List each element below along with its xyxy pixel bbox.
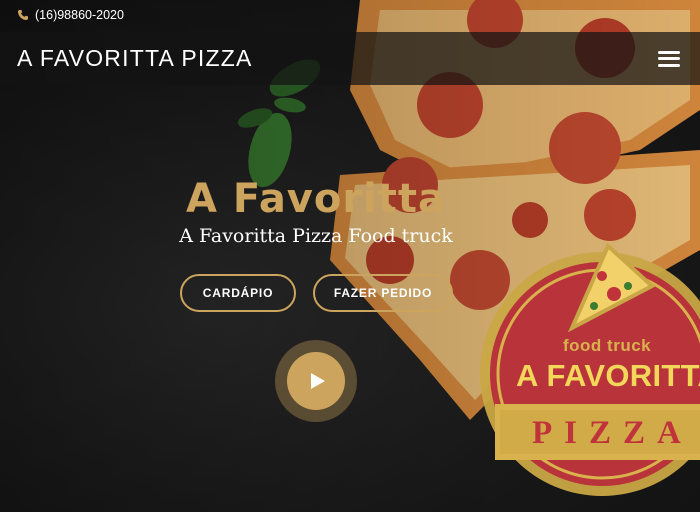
phone-icon <box>17 9 29 21</box>
play-video-button[interactable] <box>275 340 357 422</box>
play-icon <box>310 373 325 389</box>
hero-title: A Favoritta <box>185 176 447 222</box>
logo-name: A FAVORITTA <box>516 358 700 393</box>
order-button[interactable]: FAZER PEDIDO <box>313 274 453 312</box>
logo-tagline: food truck <box>563 336 652 355</box>
site-header: A FAVORITTA PIZZA <box>0 32 700 85</box>
brand-logo-text[interactable]: A FAVORITTA PIZZA <box>17 45 253 72</box>
top-bar: (16)98860-2020 <box>0 0 700 30</box>
play-button-circle <box>287 352 345 410</box>
logo-word: PIZZA <box>532 415 693 451</box>
hamburger-menu-icon[interactable] <box>658 50 680 68</box>
menu-button[interactable]: CARDÁPIO <box>180 274 296 312</box>
phone-number[interactable]: (16)98860-2020 <box>35 8 124 22</box>
